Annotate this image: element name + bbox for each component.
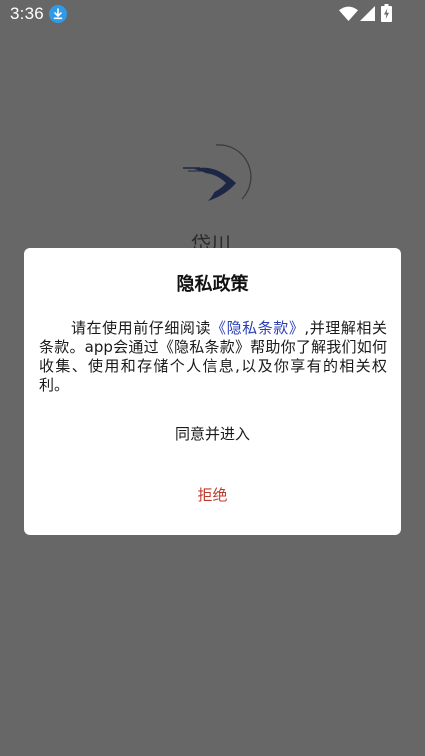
privacy-dialog: 隐私政策 请在使用前仔细阅读《隐私条款》,并理解相关条款。app会通过《隐私条款… [24,248,401,535]
agree-button[interactable]: 同意并进入 [24,416,401,452]
signal-icon [360,6,375,21]
status-time: 3:36 [10,4,44,23]
screen: 3:36 岱川 隐私政策 请在使用前仔细阅读《隐私条款》,并理解相关条款。app… [0,0,425,756]
privacy-policy-link[interactable]: 《隐私条款》 [211,319,304,337]
dialog-title: 隐私政策 [176,274,249,295]
wifi-icon [339,6,358,21]
download-icon [49,5,67,23]
reject-button[interactable]: 拒绝 [24,477,401,513]
dialog-body: 请在使用前仔细阅读《隐私条款》,并理解相关条款。app会通过《隐私条款》帮助你了… [39,319,387,395]
battery-charging-icon [381,4,392,22]
app-logo [183,144,252,201]
status-bar: 3:36 [0,0,425,30]
body-text-start: 请在使用前仔细阅读 [71,319,212,337]
